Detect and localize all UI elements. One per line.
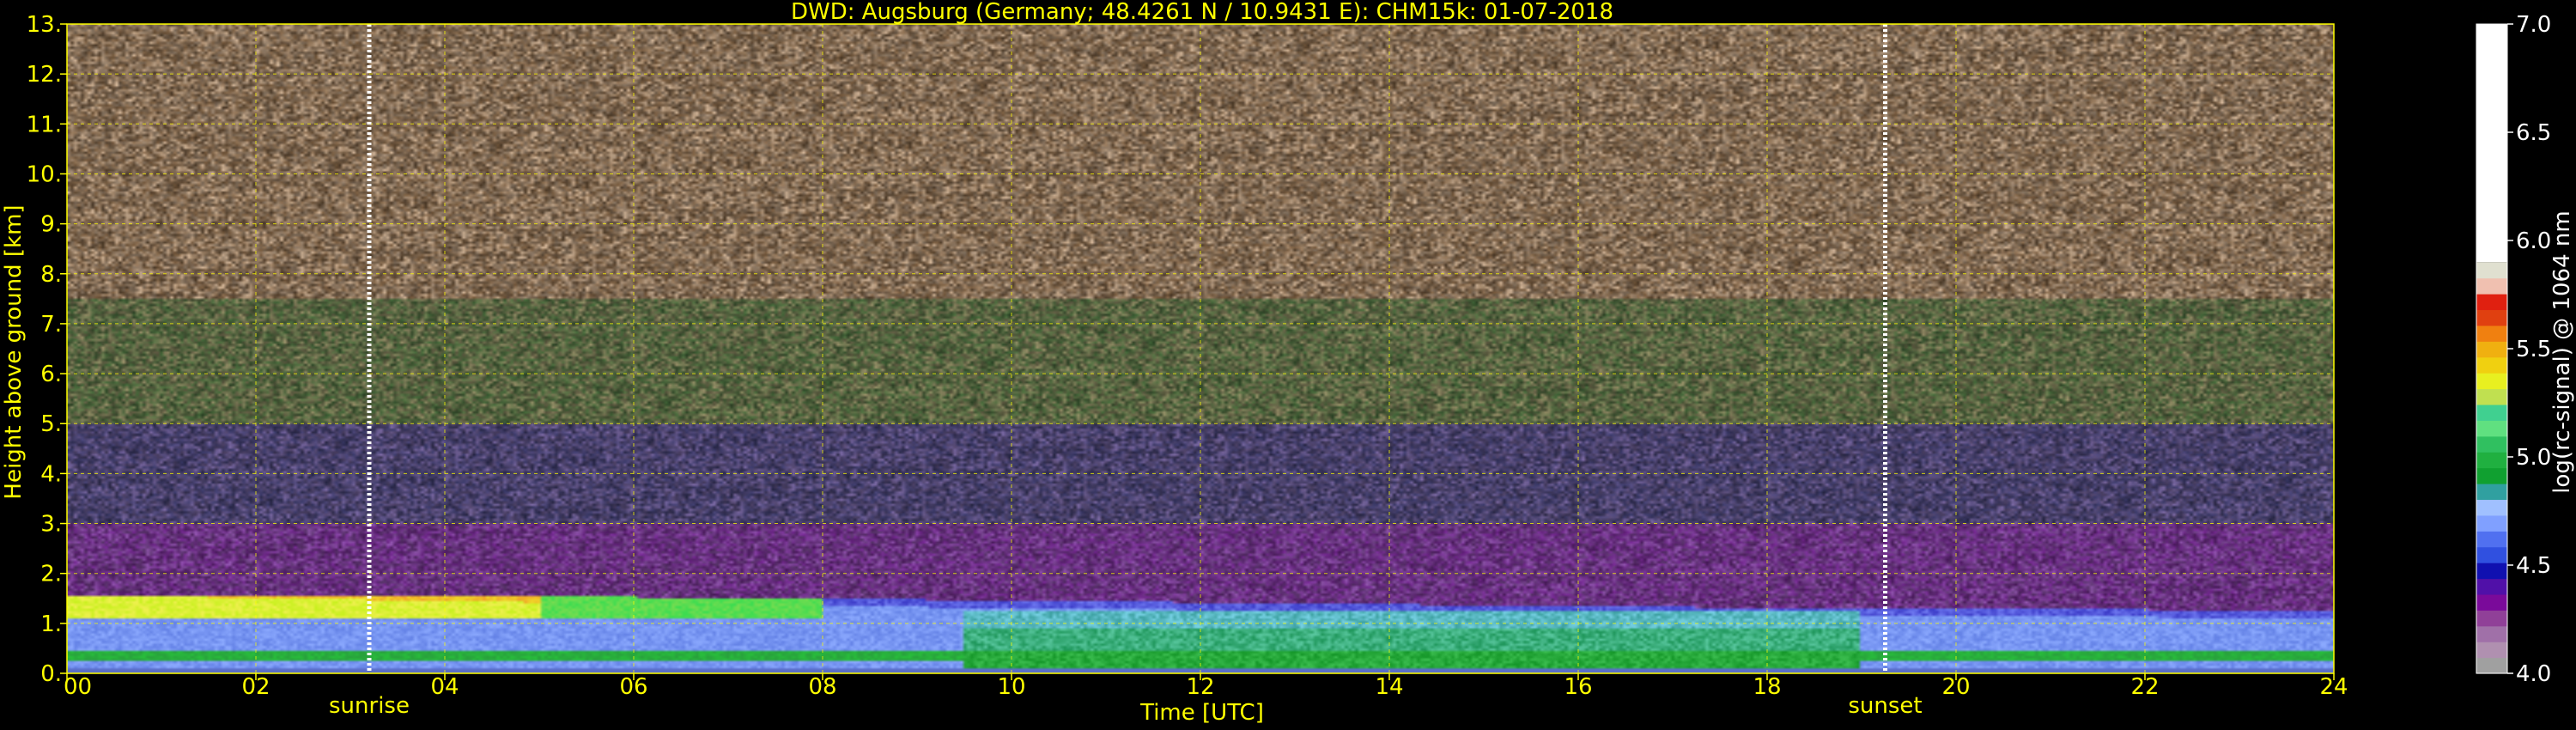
x-tick-label: 18 (1753, 674, 1781, 700)
colorbar-swatch (2476, 578, 2507, 595)
colorbar-swatch (2476, 642, 2507, 659)
colorbar-swatch (2476, 593, 2507, 611)
sunset-label: sunset (1848, 693, 1922, 719)
colorbar-swatch (2476, 467, 2507, 484)
colorbar-swatch (2476, 420, 2507, 437)
x-tick-label: 10 (997, 674, 1025, 700)
colorbar-swatch (2476, 484, 2507, 501)
y-tick-label: 0. (40, 661, 62, 687)
colorbar-tick-label: 6.5 (2516, 120, 2551, 146)
colorbar-swatch (2476, 404, 2507, 421)
colorbar-swatch (2476, 452, 2507, 469)
colorbar-swatch (2476, 563, 2507, 580)
colorbar-label: log(rc-signal) @ 1064 nm (2549, 210, 2575, 493)
x-tick-label: 04 (430, 674, 459, 700)
x-tick-label: 20 (1941, 674, 1970, 700)
x-tick-label: 12 (1186, 674, 1214, 700)
colorbar-swatch (2476, 514, 2507, 532)
y-axis-label: Height above ground [km] (1, 204, 27, 499)
x-tick-label: 24 (2319, 674, 2348, 700)
colorbar-swatch (2476, 341, 2507, 358)
colorbar-swatch (2476, 373, 2507, 390)
colorbar-tick-label: 5.0 (2516, 445, 2551, 471)
colorbar-swatch (2476, 24, 2507, 263)
x-tick-label: 00 (64, 674, 92, 700)
y-tick-label: 7. (40, 312, 62, 338)
x-tick-label: 06 (619, 674, 647, 700)
ceilometer-figure: sunrise sunset 00 02 04 06 08 10 12 14 16 18 20 22 24… (0, 0, 2576, 730)
colorbar-swatch (2476, 325, 2507, 342)
x-tick-label: 02 (241, 674, 270, 700)
colorbar-swatch (2476, 356, 2507, 374)
colorbar-tick-label: 5.5 (2516, 337, 2551, 362)
x-tick-label: 22 (2130, 674, 2159, 700)
y-tick-label: 13. (27, 12, 62, 38)
colorbar-tick-label: 6.0 (2516, 228, 2551, 254)
y-tick-label: 2. (40, 562, 62, 587)
colorbar-tick-label: 4.5 (2516, 553, 2551, 579)
colorbar-swatch (2476, 531, 2507, 548)
x-tick-label: 08 (808, 674, 836, 700)
colorbar-swatch (2476, 499, 2507, 516)
y-tick-label: 4. (40, 461, 62, 487)
y-tick-label: 10. (27, 161, 62, 187)
x-tick-label: 14 (1375, 674, 1403, 700)
y-tick-label: 3. (40, 512, 62, 538)
colorbar-swatch (2476, 546, 2507, 563)
colorbar-swatch (2476, 294, 2507, 311)
colorbar-swatch (2476, 610, 2507, 627)
chart-title: DWD: Augsburg (Germany; 48.4261 N / 10.9… (791, 0, 1613, 25)
y-tick-label: 9. (40, 212, 62, 238)
x-tick-label: 16 (1564, 674, 1592, 700)
colorbar-tick-label: 7.0 (2516, 12, 2551, 38)
x-axis-label: Time [UTC] (1139, 700, 1264, 726)
colorbar-tick-label: 4.0 (2516, 661, 2551, 687)
colorbar-swatch (2476, 435, 2507, 453)
colorbar-swatch (2476, 309, 2507, 326)
y-tick-label: 11. (27, 112, 62, 137)
colorbar-swatch (2476, 262, 2507, 279)
y-tick-label: 12. (27, 62, 62, 88)
y-tick-label: 1. (40, 611, 62, 637)
colorbar-swatch (2476, 277, 2507, 295)
y-tick-label: 5. (40, 411, 62, 437)
y-tick-label: 6. (40, 362, 62, 387)
colorbar-swatch (2476, 657, 2507, 674)
sunrise-label: sunrise (329, 693, 410, 719)
colorbar-swatch (2476, 388, 2507, 405)
y-tick-label: 8. (40, 262, 62, 288)
colorbar-swatch (2476, 625, 2507, 642)
